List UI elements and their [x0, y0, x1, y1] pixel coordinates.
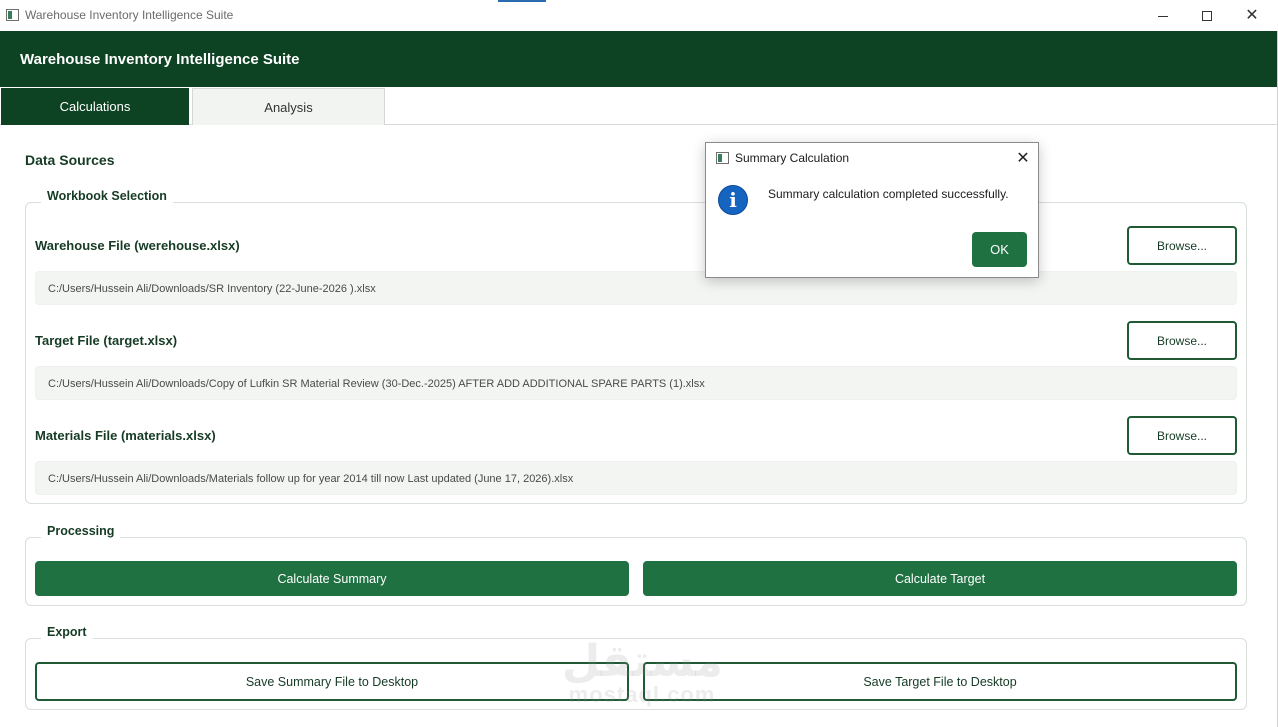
dialog-close-button[interactable]: ✕ [1012, 147, 1034, 169]
browse-materials-button[interactable]: Browse... [1127, 416, 1237, 455]
window-title: Warehouse Inventory Intelligence Suite [25, 8, 234, 22]
calculate-target-button[interactable]: Calculate Target [643, 561, 1237, 596]
materials-file-label: Materials File (materials.xlsx) [35, 428, 216, 443]
save-target-button[interactable]: Save Target File to Desktop [643, 662, 1237, 701]
materials-path-field[interactable]: C:/Users/Hussein Ali/Downloads/Materials… [35, 461, 1237, 495]
warehouse-path-field[interactable]: C:/Users/Hussein Ali/Downloads/SR Invent… [35, 271, 1237, 305]
close-icon: ✕ [1245, 7, 1259, 24]
app-window-icon [6, 9, 19, 21]
workbook-selection-label: Workbook Selection [41, 189, 173, 203]
dialog-title: Summary Calculation [735, 151, 850, 165]
maximize-icon [1202, 11, 1212, 21]
dialog-ok-button[interactable]: OK [972, 232, 1027, 267]
app-header-title: Warehouse Inventory Intelligence Suite [20, 51, 300, 68]
dialog-window-icon [716, 152, 729, 164]
maximize-button[interactable] [1184, 4, 1230, 28]
tab-analysis[interactable]: Analysis [192, 88, 385, 125]
processing-label: Processing [41, 524, 121, 538]
browse-target-button[interactable]: Browse... [1127, 321, 1237, 360]
minimize-icon [1158, 15, 1168, 17]
titlebar-accent-line [498, 0, 546, 2]
close-window-button[interactable]: ✕ [1229, 4, 1275, 28]
calculate-summary-button[interactable]: Calculate Summary [35, 561, 629, 596]
tab-calculations[interactable]: Calculations [1, 88, 189, 125]
minimize-button[interactable] [1140, 4, 1186, 28]
save-summary-button[interactable]: Save Summary File to Desktop [35, 662, 629, 701]
tab-bar: Calculations Analysis [0, 87, 1277, 125]
info-icon: i [718, 185, 748, 215]
window-titlebar: Warehouse Inventory Intelligence Suite ✕ [0, 0, 1278, 31]
export-label: Export [41, 625, 93, 639]
summary-calculation-dialog: Summary Calculation ✕ i Summary calculat… [705, 142, 1039, 278]
close-icon: ✕ [1016, 150, 1030, 167]
app-header: Warehouse Inventory Intelligence Suite [0, 31, 1277, 87]
target-file-label: Target File (target.xlsx) [35, 333, 178, 348]
data-sources-heading: Data Sources [25, 152, 115, 168]
browse-warehouse-button[interactable]: Browse... [1127, 226, 1237, 265]
dialog-message: Summary calculation completed successful… [768, 187, 1009, 201]
app-window: Warehouse Inventory Intelligence Suite ✕… [0, 0, 1278, 727]
target-path-field[interactable]: C:/Users/Hussein Ali/Downloads/Copy of L… [35, 366, 1237, 400]
warehouse-file-label: Warehouse File (werehouse.xlsx) [35, 238, 240, 253]
